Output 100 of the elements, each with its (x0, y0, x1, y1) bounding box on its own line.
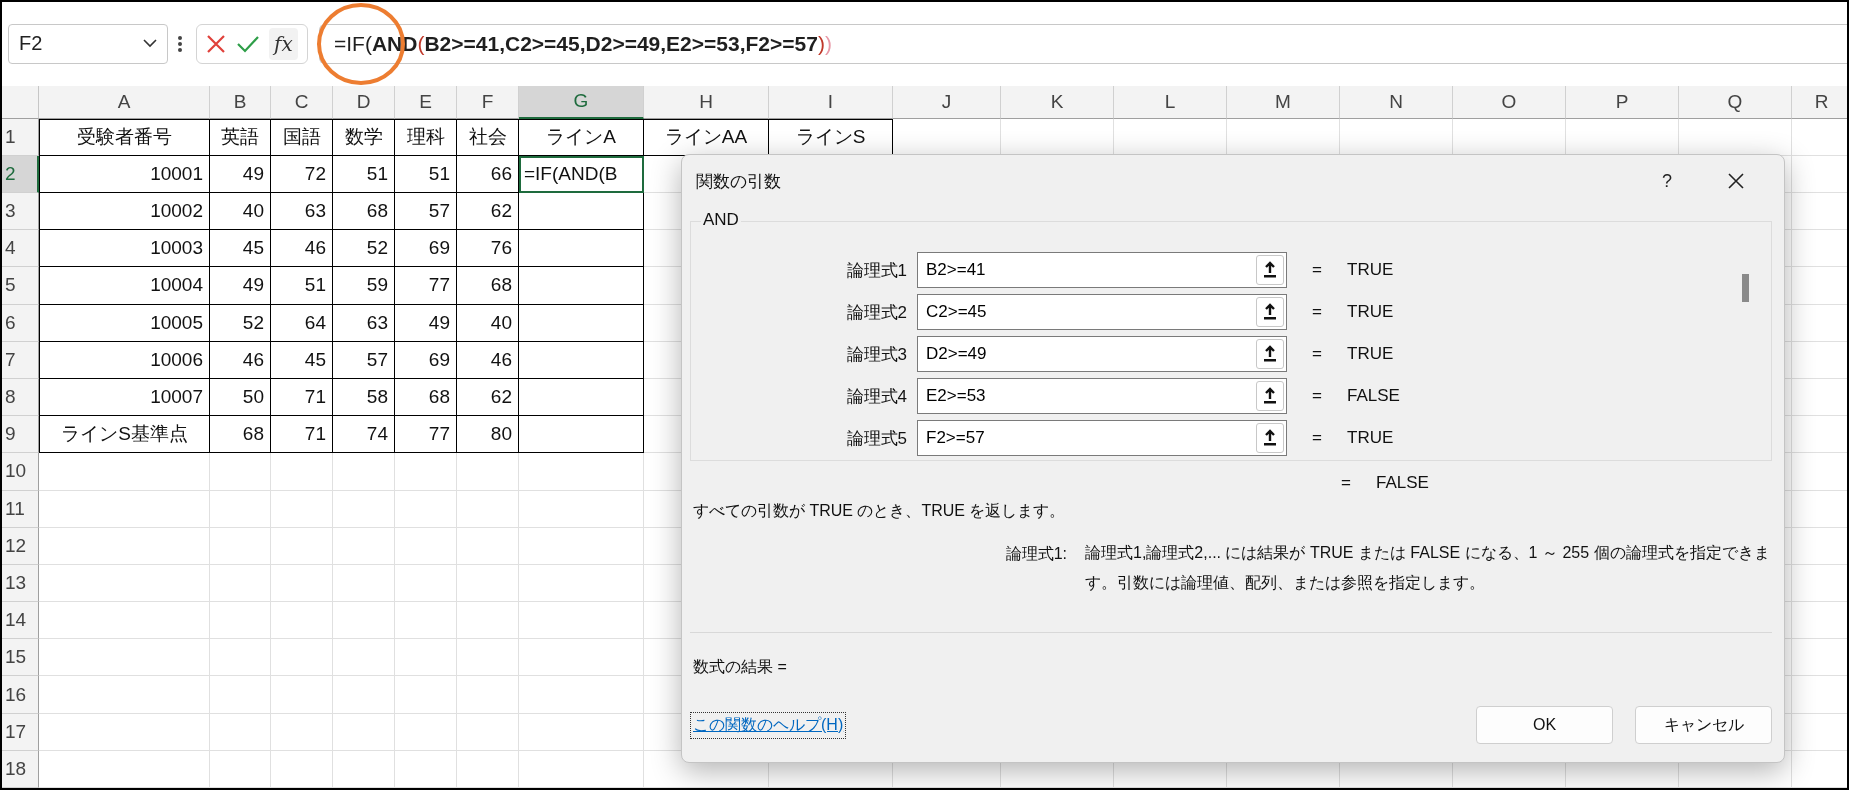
scrollbar-thumb[interactable] (1742, 274, 1749, 302)
row-header[interactable]: 4 (2, 230, 39, 268)
ok-button[interactable]: OK (1476, 706, 1613, 744)
column-header[interactable]: K (1001, 85, 1114, 119)
row-header[interactable]: 15 (2, 639, 39, 677)
name-box[interactable]: F2 (8, 23, 168, 64)
row-header[interactable]: 3 (2, 193, 39, 231)
column-header[interactable]: A (39, 85, 210, 119)
collapse-dialog-button[interactable] (1256, 381, 1284, 411)
column-header[interactable]: J (893, 85, 1001, 119)
argument-field[interactable]: F2>=57 (917, 420, 1287, 456)
row-header[interactable]: 10 (2, 453, 39, 491)
help-button[interactable]: ? (1662, 170, 1672, 192)
collapse-dialog-button[interactable] (1256, 339, 1284, 369)
cancel-icon[interactable] (206, 33, 227, 54)
empty-cell (457, 713, 519, 751)
column-header[interactable]: Q (1679, 85, 1792, 119)
argument-label: 論理式5 (845, 427, 907, 450)
row-header[interactable]: 7 (2, 341, 39, 379)
insert-function-button[interactable]: fx (269, 27, 298, 60)
row-header[interactable]: 6 (2, 304, 39, 342)
column-header[interactable]: C (271, 85, 333, 119)
column-header[interactable]: G (519, 85, 644, 119)
argument-result: FALSE (1347, 386, 1401, 406)
row-header[interactable]: 12 (2, 527, 39, 565)
check-icon[interactable] (236, 34, 259, 53)
column-header[interactable]: N (1340, 85, 1453, 119)
argument-help-text: 論理式1,論理式2,... には結果が TRUE または FALSE になる、1 ～ 255 個の論理式を指定できます。引数には論理値、配列、または参照を指定します。 (1085, 543, 1771, 593)
table-cell: 80 (457, 416, 519, 454)
close-icon[interactable] (1728, 173, 1744, 189)
table-cell: 10007 (39, 378, 210, 417)
table-cell: 40 (210, 193, 271, 231)
help-link[interactable]: この関数のヘルプ(H) (690, 711, 847, 739)
column-header[interactable]: H (644, 85, 769, 119)
table-cell: 51 (333, 155, 395, 193)
empty-cell (210, 676, 271, 714)
row-header[interactable]: 11 (2, 490, 39, 528)
empty-cell (395, 639, 457, 677)
argument-field[interactable]: C2>=45 (917, 294, 1287, 330)
table-cell: 64 (271, 304, 333, 342)
empty-cell (333, 564, 395, 603)
empty-cell (457, 490, 519, 528)
empty-cell (210, 564, 271, 603)
row-header[interactable]: 1 (2, 118, 39, 156)
column-header[interactable]: P (1566, 85, 1679, 119)
row-header[interactable]: 8 (2, 378, 39, 417)
equals-sign: = (1311, 344, 1323, 364)
empty-cell (457, 453, 519, 491)
row-header[interactable]: 14 (2, 602, 39, 640)
empty-cell (271, 676, 333, 714)
empty-cell (333, 639, 395, 677)
table-cell: 77 (395, 416, 457, 454)
table-cell: 46 (271, 230, 333, 268)
collapse-dialog-button[interactable] (1256, 423, 1284, 453)
empty-cell (271, 639, 333, 677)
column-header[interactable]: R (1792, 85, 1847, 119)
argument-field[interactable]: E2>=53 (917, 378, 1287, 414)
row-header[interactable]: 13 (2, 564, 39, 603)
column-header[interactable]: L (1114, 85, 1227, 119)
arrow-up-icon (1263, 429, 1277, 447)
row-header[interactable]: 16 (2, 676, 39, 714)
empty-cell (210, 453, 271, 491)
arrow-up-icon (1263, 345, 1277, 363)
column-header[interactable]: O (1453, 85, 1566, 119)
column-header[interactable]: I (769, 85, 893, 119)
collapse-dialog-button[interactable] (1256, 297, 1284, 327)
column-header[interactable]: M (1227, 85, 1340, 119)
argument-label: 論理式3 (845, 343, 907, 366)
column-header[interactable]: D (333, 85, 395, 119)
row-header[interactable]: 18 (2, 750, 39, 788)
table-cell: 57 (333, 341, 395, 379)
column-header[interactable]: B (210, 85, 271, 119)
row-header[interactable]: 17 (2, 713, 39, 751)
table-cell: 50 (210, 378, 271, 417)
empty-cell (395, 676, 457, 714)
column-header[interactable]: E (395, 85, 457, 119)
empty-cell (271, 713, 333, 751)
row-header[interactable]: 5 (2, 267, 39, 305)
argument-field[interactable]: B2>=41 (917, 252, 1287, 288)
table-cell: 68 (457, 267, 519, 305)
empty-cell (395, 527, 457, 565)
chevron-down-icon[interactable] (143, 39, 157, 49)
empty-cell (333, 676, 395, 714)
argument-field[interactable]: D2>=49 (917, 336, 1287, 372)
more-options-icon[interactable] (178, 34, 182, 53)
collapse-dialog-button[interactable] (1256, 255, 1284, 285)
arrow-up-icon (1263, 303, 1277, 321)
empty-cell (333, 602, 395, 640)
table-cell: 52 (210, 304, 271, 342)
row-header[interactable]: 2 (2, 155, 39, 193)
empty-cell (271, 490, 333, 528)
arrow-up-icon (1263, 261, 1277, 279)
empty-cell (271, 564, 333, 603)
table-cell: 51 (395, 155, 457, 193)
table-cell: 国語 (271, 118, 333, 156)
table-cell: 69 (395, 230, 457, 268)
column-header[interactable]: F (457, 85, 519, 119)
select-all-corner[interactable] (2, 85, 39, 119)
row-header[interactable]: 9 (2, 416, 39, 454)
cancel-button[interactable]: キャンセル (1635, 706, 1772, 744)
